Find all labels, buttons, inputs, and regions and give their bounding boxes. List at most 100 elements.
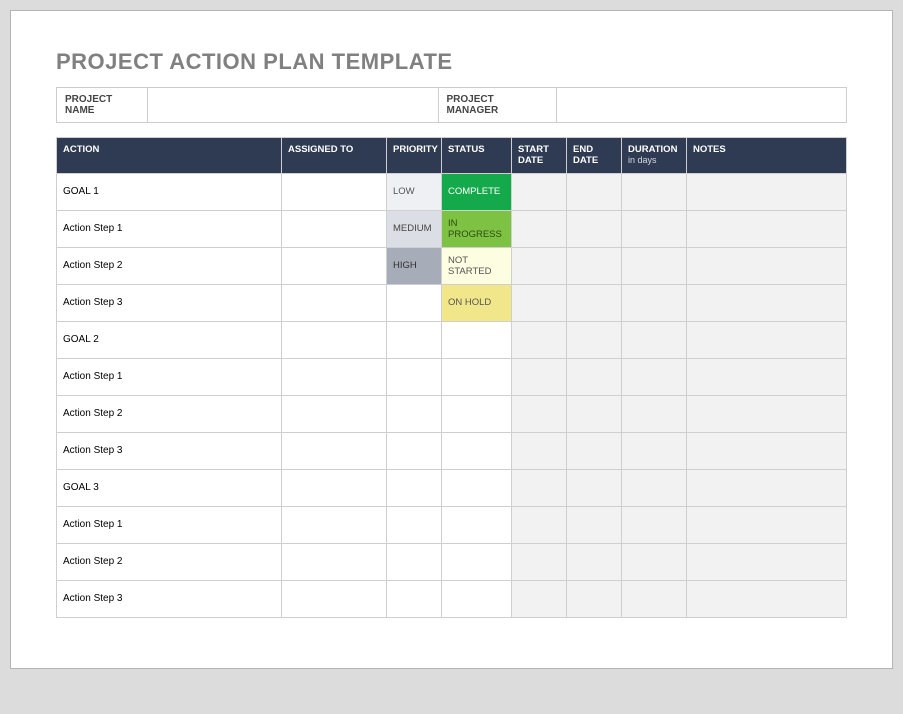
cell-duration[interactable] [622, 580, 687, 617]
cell-start-date[interactable] [512, 321, 567, 358]
cell-duration[interactable] [622, 358, 687, 395]
cell-start-date[interactable] [512, 358, 567, 395]
cell-end-date[interactable] [567, 247, 622, 284]
cell-notes[interactable] [687, 543, 847, 580]
cell-duration[interactable] [622, 469, 687, 506]
cell-assigned[interactable] [282, 395, 387, 432]
cell-notes[interactable] [687, 358, 847, 395]
cell-action[interactable]: Action Step 1 [57, 358, 282, 395]
cell-status[interactable]: NOT STARTED [442, 247, 512, 284]
cell-end-date[interactable] [567, 321, 622, 358]
cell-end-date[interactable] [567, 469, 622, 506]
cell-assigned[interactable] [282, 469, 387, 506]
cell-assigned[interactable] [282, 321, 387, 358]
cell-status[interactable] [442, 321, 512, 358]
cell-priority[interactable]: HIGH [387, 247, 442, 284]
col-header-action: ACTION [57, 138, 282, 174]
cell-end-date[interactable] [567, 284, 622, 321]
cell-notes[interactable] [687, 469, 847, 506]
cell-assigned[interactable] [282, 432, 387, 469]
cell-duration[interactable] [622, 210, 687, 247]
cell-end-date[interactable] [567, 506, 622, 543]
cell-assigned[interactable] [282, 543, 387, 580]
cell-end-date[interactable] [567, 543, 622, 580]
cell-status[interactable]: IN PROGRESS [442, 210, 512, 247]
cell-assigned[interactable] [282, 358, 387, 395]
cell-action[interactable]: GOAL 2 [57, 321, 282, 358]
cell-notes[interactable] [687, 506, 847, 543]
cell-end-date[interactable] [567, 173, 622, 210]
cell-end-date[interactable] [567, 358, 622, 395]
cell-action[interactable]: GOAL 1 [57, 173, 282, 210]
cell-start-date[interactable] [512, 284, 567, 321]
cell-start-date[interactable] [512, 580, 567, 617]
cell-notes[interactable] [687, 284, 847, 321]
cell-start-date[interactable] [512, 469, 567, 506]
cell-duration[interactable] [622, 173, 687, 210]
cell-status[interactable] [442, 358, 512, 395]
cell-action[interactable]: GOAL 3 [57, 469, 282, 506]
cell-status[interactable] [442, 395, 512, 432]
cell-priority[interactable] [387, 395, 442, 432]
cell-notes[interactable] [687, 432, 847, 469]
cell-start-date[interactable] [512, 543, 567, 580]
cell-duration[interactable] [622, 506, 687, 543]
cell-start-date[interactable] [512, 247, 567, 284]
cell-action[interactable]: Action Step 2 [57, 247, 282, 284]
cell-end-date[interactable] [567, 210, 622, 247]
cell-status[interactable]: COMPLETE [442, 173, 512, 210]
cell-duration[interactable] [622, 284, 687, 321]
cell-action[interactable]: Action Step 3 [57, 432, 282, 469]
cell-action[interactable]: Action Step 3 [57, 284, 282, 321]
table-row: Action Step 1 [57, 506, 847, 543]
cell-end-date[interactable] [567, 395, 622, 432]
project-name-value[interactable] [148, 87, 439, 123]
cell-start-date[interactable] [512, 506, 567, 543]
cell-duration[interactable] [622, 247, 687, 284]
cell-priority[interactable] [387, 358, 442, 395]
cell-end-date[interactable] [567, 580, 622, 617]
cell-priority[interactable] [387, 543, 442, 580]
cell-action[interactable]: Action Step 1 [57, 210, 282, 247]
cell-action[interactable]: Action Step 2 [57, 395, 282, 432]
cell-status[interactable]: ON HOLD [442, 284, 512, 321]
cell-end-date[interactable] [567, 432, 622, 469]
cell-start-date[interactable] [512, 210, 567, 247]
cell-priority[interactable] [387, 432, 442, 469]
cell-priority[interactable] [387, 580, 442, 617]
cell-status[interactable] [442, 469, 512, 506]
cell-assigned[interactable] [282, 284, 387, 321]
cell-assigned[interactable] [282, 580, 387, 617]
cell-start-date[interactable] [512, 395, 567, 432]
cell-duration[interactable] [622, 432, 687, 469]
cell-priority[interactable] [387, 469, 442, 506]
cell-status[interactable] [442, 432, 512, 469]
cell-notes[interactable] [687, 395, 847, 432]
cell-assigned[interactable] [282, 247, 387, 284]
cell-notes[interactable] [687, 247, 847, 284]
cell-action[interactable]: Action Step 2 [57, 543, 282, 580]
cell-duration[interactable] [622, 395, 687, 432]
cell-status[interactable] [442, 506, 512, 543]
cell-notes[interactable] [687, 580, 847, 617]
cell-priority[interactable] [387, 506, 442, 543]
cell-start-date[interactable] [512, 173, 567, 210]
project-manager-value[interactable] [557, 87, 848, 123]
cell-priority[interactable]: LOW [387, 173, 442, 210]
cell-status[interactable] [442, 543, 512, 580]
cell-start-date[interactable] [512, 432, 567, 469]
cell-action[interactable]: Action Step 3 [57, 580, 282, 617]
cell-priority[interactable] [387, 284, 442, 321]
cell-notes[interactable] [687, 173, 847, 210]
cell-duration[interactable] [622, 321, 687, 358]
cell-notes[interactable] [687, 210, 847, 247]
cell-action[interactable]: Action Step 1 [57, 506, 282, 543]
cell-priority[interactable]: MEDIUM [387, 210, 442, 247]
cell-status[interactable] [442, 580, 512, 617]
cell-priority[interactable] [387, 321, 442, 358]
cell-notes[interactable] [687, 321, 847, 358]
cell-assigned[interactable] [282, 173, 387, 210]
cell-assigned[interactable] [282, 210, 387, 247]
cell-duration[interactable] [622, 543, 687, 580]
cell-assigned[interactable] [282, 506, 387, 543]
